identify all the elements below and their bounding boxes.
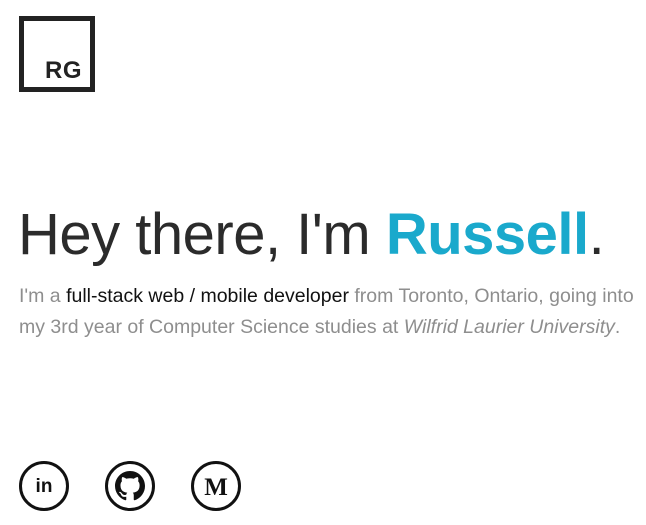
medium-icon: M	[204, 473, 228, 501]
hero-heading: Hey there, I'm Russell.	[18, 200, 605, 270]
hero-name: Russell	[385, 202, 589, 267]
github-link[interactable]	[105, 461, 155, 511]
medium-link[interactable]: M	[191, 461, 241, 511]
social-links: in M	[19, 461, 241, 511]
logo[interactable]: RG	[19, 16, 95, 92]
linkedin-icon: in	[35, 475, 53, 497]
bio-role-highlight: full-stack web / mobile developer	[66, 285, 349, 307]
hero-greeting: Hey there, I'm	[18, 202, 386, 267]
hero-period: .	[588, 202, 605, 267]
linkedin-link[interactable]: in	[19, 461, 69, 511]
bio-text-3: .	[614, 316, 621, 338]
github-icon	[115, 471, 145, 501]
logo-text: RG	[45, 57, 82, 84]
bio-paragraph: I'm a full-stack web / mobile developer …	[19, 281, 639, 343]
bio-university: Wilfrid Laurier University	[403, 316, 615, 338]
bio-text-1: I'm a	[19, 285, 67, 307]
